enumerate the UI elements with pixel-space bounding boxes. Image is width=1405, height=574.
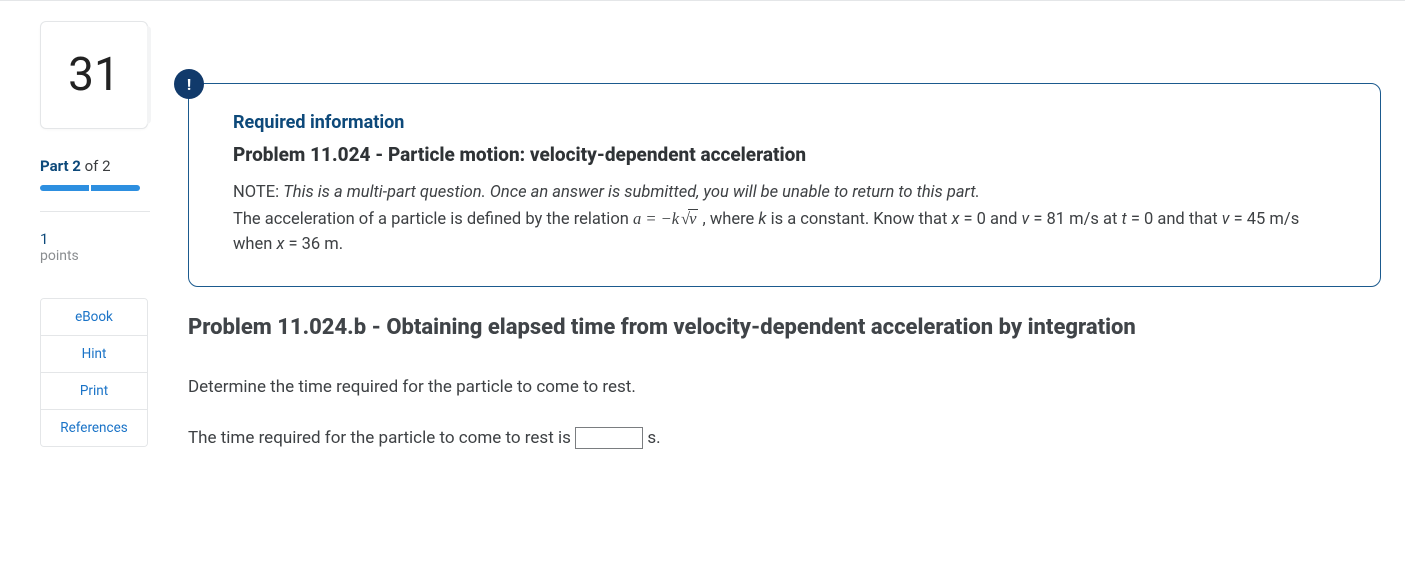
ebook-link[interactable]: eBook xyxy=(41,299,147,336)
eq-neg: − xyxy=(661,209,672,228)
eq-a: a xyxy=(633,209,641,228)
eq-k: k xyxy=(672,209,679,228)
subproblem-title: Problem 11.024.b - Obtaining elapsed tim… xyxy=(188,315,1381,340)
relation-v2: v xyxy=(1222,210,1230,229)
subproblem-prompt: Determine the time required for the part… xyxy=(188,374,1381,401)
eq-equals: = xyxy=(641,209,660,228)
relation-x36: = 36 m. xyxy=(284,235,343,254)
points-value: 1 xyxy=(40,230,160,248)
page-wrap: 31 Part 2 of 2 1 points eBook Hint Print… xyxy=(0,1,1405,506)
answer-pre: The time required for the particle to co… xyxy=(188,428,575,448)
answer-unit: s. xyxy=(647,428,660,448)
eq-radicand: v xyxy=(688,209,698,227)
part-progress-bar xyxy=(40,185,140,191)
question-number: 31 xyxy=(68,48,120,102)
references-link[interactable]: References xyxy=(41,410,147,446)
relation-post2: is a constant. Know that xyxy=(767,210,952,229)
points-label: points xyxy=(40,248,160,264)
answer-input[interactable] xyxy=(575,427,643,449)
alert-icon-glyph: ! xyxy=(187,75,191,94)
answer-line: The time required for the particle to co… xyxy=(188,427,1381,449)
part-indicator: Part 2 of 2 xyxy=(40,157,160,175)
relation-pre: The acceleration of a particle is define… xyxy=(233,210,633,229)
alert-icon: ! xyxy=(174,69,204,99)
part-prefix: Part xyxy=(40,157,72,175)
print-link[interactable]: Print xyxy=(41,373,147,410)
part-current: 2 xyxy=(72,157,81,175)
required-info-card: ! Required information Problem 11.024 - … xyxy=(188,83,1381,287)
part-total: 2 xyxy=(102,157,110,175)
eq-sqrt: √v xyxy=(679,206,698,233)
relation-v81: = 81 m/s at xyxy=(1029,210,1121,229)
problem-title: Problem 11.024 - Particle motion: veloci… xyxy=(233,143,1336,166)
main-content: ! Required information Problem 11.024 - … xyxy=(188,21,1381,466)
resource-list: eBook Hint Print References xyxy=(40,298,148,447)
relation-post1: , where xyxy=(698,210,758,229)
relation-eq0: = 0 and xyxy=(959,210,1021,229)
sidebar-divider xyxy=(40,211,150,212)
problem-note: NOTE: This is a multi-part question. Onc… xyxy=(233,180,1336,258)
sidebar: 31 Part 2 of 2 1 points eBook Hint Print… xyxy=(40,21,160,466)
note-prefix: NOTE: xyxy=(233,183,283,202)
relation-k: k xyxy=(758,210,766,229)
question-number-card[interactable]: 31 xyxy=(40,21,148,129)
part-of-word: of xyxy=(81,157,102,175)
hint-link[interactable]: Hint xyxy=(41,336,147,373)
note-italic: This is a multi-part question. Once an a… xyxy=(283,183,980,202)
relation-t0: = 0 and that xyxy=(1127,210,1222,229)
required-information-heading: Required information xyxy=(233,112,1336,133)
